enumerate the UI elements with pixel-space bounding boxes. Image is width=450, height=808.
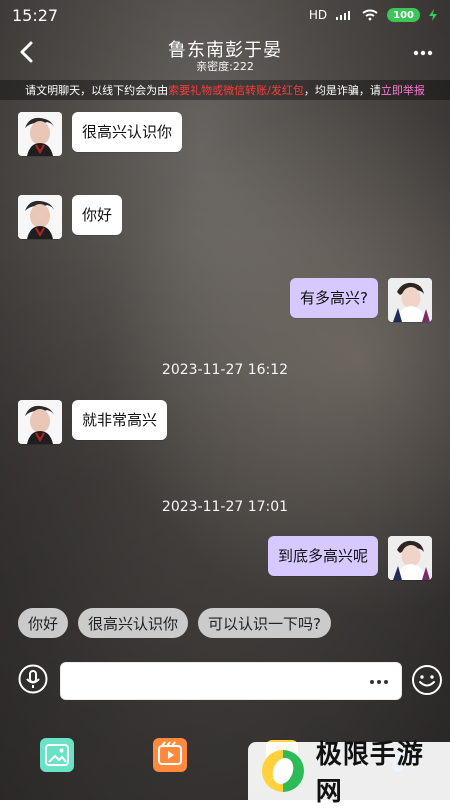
message-bubble[interactable]: 你好 <box>72 195 123 235</box>
message-incoming: 很高兴认识你 <box>18 112 183 156</box>
warning-text-middle: ，均是诈骗，请 <box>303 84 381 97</box>
more-options-button[interactable] <box>412 44 434 62</box>
intimacy-label: 亲密度:222 <box>196 60 254 73</box>
female-avatar-icon <box>388 278 432 322</box>
message-outgoing: 有多高兴? <box>290 278 432 322</box>
emoji-button[interactable] <box>411 664 443 696</box>
status-icons: HD 100 <box>309 8 438 22</box>
report-link[interactable]: 立即举报 <box>381 82 425 98</box>
emoji-icon <box>412 665 442 695</box>
watermark-text: 极限手游网 <box>315 740 424 807</box>
timestamp: 2023-11-27 17:01 <box>161 499 289 515</box>
network-label: HD <box>308 8 328 22</box>
safety-warning: 请文明聊天，以线下约会为由 索要礼物或微信转账/发红包 ，均是诈骗，请 立即举报 <box>0 80 450 100</box>
more-icon <box>413 50 433 56</box>
message-incoming: 你好 <box>18 195 123 239</box>
message-bubble[interactable]: 就非常高兴 <box>72 400 168 440</box>
watermark-logo-icon <box>262 750 304 792</box>
more-icon[interactable] <box>369 679 389 685</box>
video-button[interactable] <box>153 738 187 772</box>
avatar[interactable] <box>18 112 62 156</box>
battery-indicator: 100 <box>387 8 420 22</box>
message-outgoing: 到底多高兴呢 <box>267 536 432 580</box>
male-avatar-icon <box>18 400 62 444</box>
message-bubble[interactable]: 有多高兴? <box>290 278 378 318</box>
message-bubble[interactable]: 到底多高兴呢 <box>267 536 378 576</box>
timestamp: 2023-11-27 16:12 <box>161 362 289 378</box>
message-bubble[interactable]: 很高兴认识你 <box>72 112 183 152</box>
avatar[interactable] <box>18 195 62 239</box>
photo-icon <box>45 744 69 766</box>
wifi-icon <box>361 9 379 21</box>
chat-thread: 很高兴认识你 你好 有多高兴? 2023-11-27 16:12 就非常高兴 2… <box>0 100 450 660</box>
status-time: 15:27 <box>12 5 59 25</box>
message-input-box[interactable] <box>60 662 402 703</box>
quick-reply-chip[interactable]: 你好 <box>18 608 69 638</box>
warning-text-red: 索要礼物或微信转账/发红包 <box>168 84 304 97</box>
status-bar: 15:27 HD 100 <box>0 0 450 30</box>
signal-icon <box>335 9 353 21</box>
male-avatar-icon <box>18 112 62 156</box>
warning-text-prefix: 请文明聊天，以线下约会为由 <box>25 84 169 97</box>
female-avatar-icon <box>388 536 432 580</box>
message-incoming: 就非常高兴 <box>18 400 168 444</box>
charging-icon <box>428 9 438 21</box>
quick-replies: 你好 很高兴认识你 可以认识一下吗? <box>0 606 450 640</box>
message-composer <box>0 660 450 703</box>
message-input[interactable] <box>71 663 361 703</box>
chat-header: 鲁东南彭于晏 亲密度:222 <box>0 30 450 76</box>
voice-button[interactable] <box>18 664 48 694</box>
avatar[interactable] <box>388 536 432 580</box>
microphone-icon <box>18 664 48 694</box>
avatar[interactable] <box>388 278 432 322</box>
quick-reply-chip[interactable]: 可以认识一下吗? <box>198 608 331 638</box>
video-icon <box>158 741 182 765</box>
avatar[interactable] <box>18 400 62 444</box>
watermark: 极限手游网 <box>248 740 450 807</box>
photo-button[interactable] <box>40 738 74 772</box>
quick-reply-chip[interactable]: 很高兴认识你 <box>78 608 189 638</box>
male-avatar-icon <box>18 195 62 239</box>
